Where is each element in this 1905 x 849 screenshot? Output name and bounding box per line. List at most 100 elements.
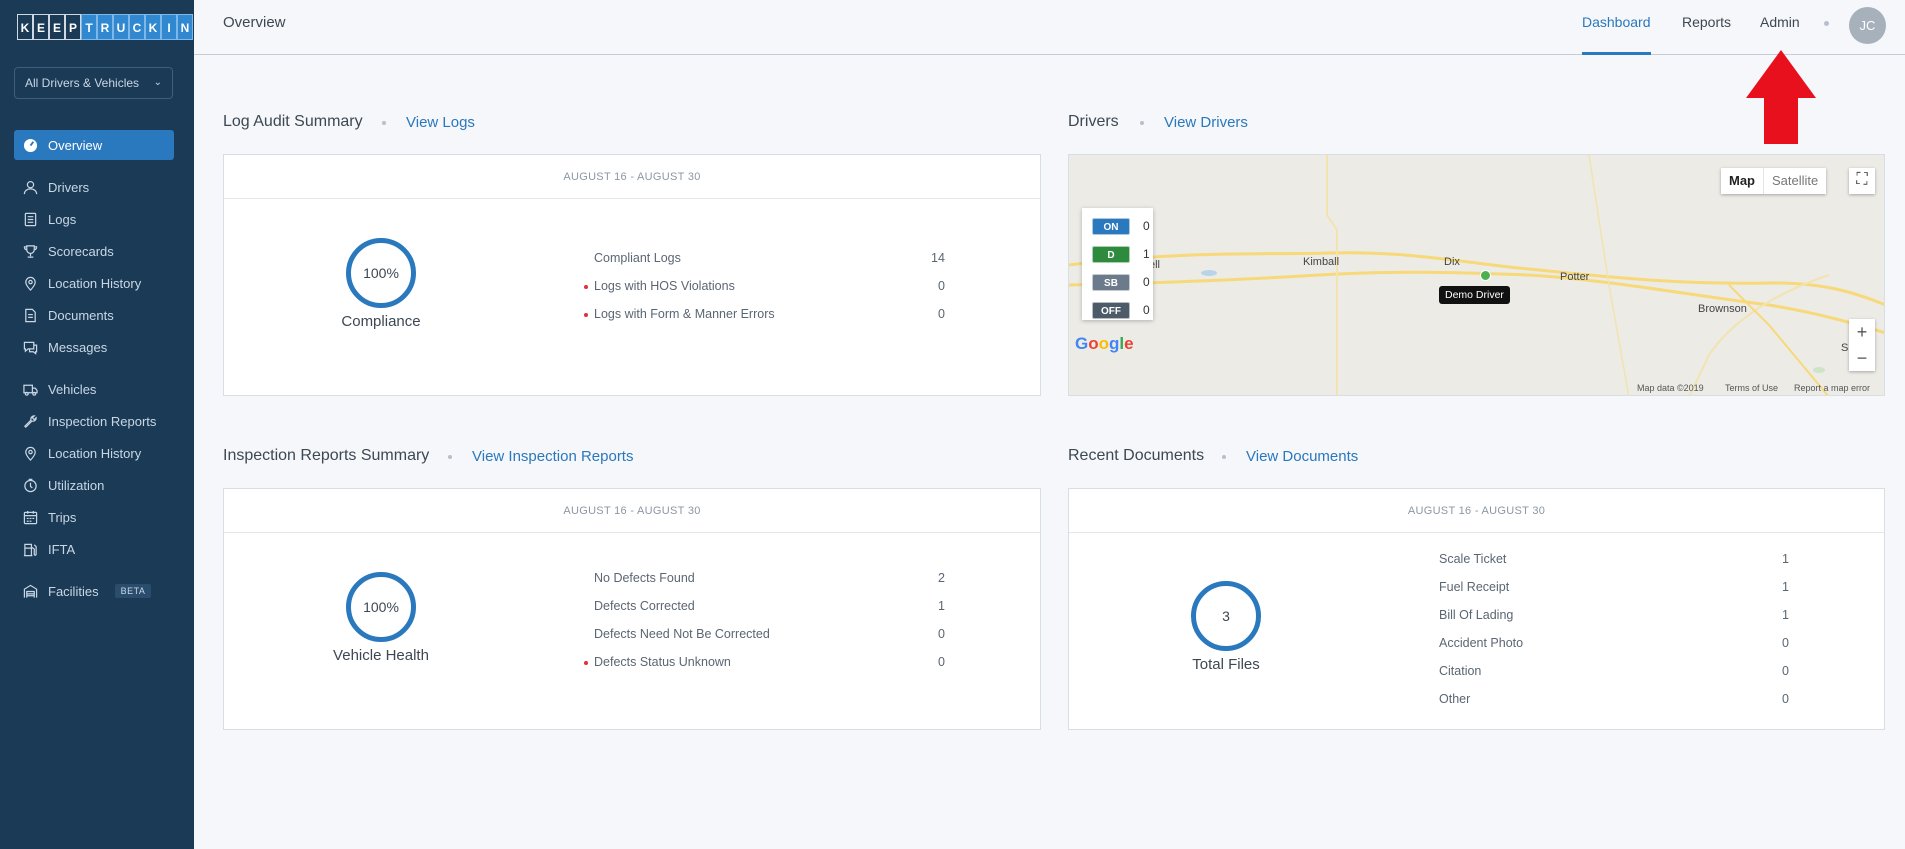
stat-value: 1 xyxy=(1782,580,1789,594)
zoom-out-button[interactable]: − xyxy=(1849,345,1875,371)
sidebar-item-vehicle-location-history[interactable]: Location History xyxy=(14,438,174,468)
user-avatar[interactable]: JC xyxy=(1849,7,1886,44)
date-range: AUGUST 16 - AUGUST 30 xyxy=(224,155,1040,199)
status-row-on[interactable]: ON 0 xyxy=(1092,217,1150,235)
zoom-controls: + − xyxy=(1849,319,1875,371)
sidebar-item-vehicles[interactable]: Vehicles xyxy=(14,374,174,404)
map-place-label: Brownson xyxy=(1698,303,1747,315)
inspection-card: AUGUST 16 - AUGUST 30 100% Vehicle Healt… xyxy=(223,488,1041,730)
status-row-off[interactable]: OFF 0 xyxy=(1092,301,1150,319)
stat-label: Defects Need Not Be Corrected xyxy=(594,627,770,641)
active-tab-indicator xyxy=(1582,52,1651,55)
driver-location-marker[interactable] xyxy=(1480,270,1491,281)
nav-reports[interactable]: Reports xyxy=(1682,14,1731,30)
gauge-icon xyxy=(21,136,39,154)
map-terms-link[interactable]: Terms of Use xyxy=(1725,383,1778,393)
sidebar-item-facilities[interactable]: Facilities BETA xyxy=(14,576,174,606)
zoom-in-button[interactable]: + xyxy=(1849,319,1875,345)
date-range: AUGUST 16 - AUGUST 30 xyxy=(1069,489,1884,533)
section-dot xyxy=(382,121,386,125)
section-dot xyxy=(1222,455,1226,459)
nav-admin[interactable]: Admin xyxy=(1760,14,1800,30)
stat-value: 1 xyxy=(1782,608,1789,622)
beta-badge: BETA xyxy=(114,584,152,598)
stat-label: Scale Ticket xyxy=(1439,552,1507,566)
sidebar-item-location-history[interactable]: Location History xyxy=(14,268,174,298)
status-count: 1 xyxy=(1143,247,1150,261)
status-row-sleeper[interactable]: SB 0 xyxy=(1092,273,1150,291)
status-badge: D xyxy=(1092,245,1130,263)
view-documents-link[interactable]: View Documents xyxy=(1246,448,1358,465)
sidebar-item-scorecards[interactable]: Scorecards xyxy=(14,236,174,266)
sidebar-item-inspection-reports[interactable]: Inspection Reports xyxy=(14,406,174,436)
inspection-title: Inspection Reports Summary xyxy=(223,447,430,464)
status-count: 0 xyxy=(1143,275,1150,289)
driver-vehicle-filter[interactable]: All Drivers & Vehicles ⌄ xyxy=(14,67,173,99)
fuel-pump-icon xyxy=(21,540,39,558)
sidebar-item-trips[interactable]: Trips xyxy=(14,502,174,532)
nav-dashboard[interactable]: Dashboard xyxy=(1582,14,1651,30)
warehouse-icon xyxy=(21,582,39,600)
stat-label: Defects Corrected xyxy=(594,599,695,613)
sidebar-item-logs[interactable]: Logs xyxy=(14,204,174,234)
log-book-icon xyxy=(21,210,39,228)
document-icon xyxy=(21,306,39,324)
stat-label: Bill Of Lading xyxy=(1439,608,1514,622)
sidebar-item-messages[interactable]: Messages xyxy=(14,332,174,362)
stat-label: Logs with Form & Manner Errors xyxy=(594,307,775,321)
stat-value: 1 xyxy=(938,599,945,613)
vehicle-health-ring: 100% xyxy=(346,572,416,642)
nav-separator-dot xyxy=(1824,21,1829,26)
stat-value: 0 xyxy=(1782,636,1789,650)
documents-card: AUGUST 16 - AUGUST 30 3 Total Files Scal… xyxy=(1068,488,1885,730)
duty-status-panel: ON 0 D 1 SB 0 OFF 0 xyxy=(1082,208,1153,320)
violation-dot xyxy=(584,285,588,289)
sidebar-item-utilization[interactable]: Utilization xyxy=(14,470,174,500)
view-inspection-reports-link[interactable]: View Inspection Reports xyxy=(472,448,633,465)
total-files-ring: 3 xyxy=(1191,581,1261,651)
stat-value: 0 xyxy=(1782,664,1789,678)
stat-label: Defects Status Unknown xyxy=(594,655,731,669)
section-dot xyxy=(448,455,452,459)
map-place-label: Kimball xyxy=(1303,256,1340,268)
date-range: AUGUST 16 - AUGUST 30 xyxy=(224,489,1040,533)
stat-value: 0 xyxy=(1782,692,1789,706)
stat-label: Fuel Receipt xyxy=(1439,580,1510,594)
page-title: Overview xyxy=(223,14,286,31)
status-row-driving[interactable]: D 1 xyxy=(1092,245,1150,263)
status-badge: SB xyxy=(1092,273,1130,291)
stat-label: No Defects Found xyxy=(594,571,695,585)
stat-label: Compliant Logs xyxy=(594,251,681,265)
drivers-title: Drivers xyxy=(1068,113,1119,130)
sidebar-item-drivers[interactable]: Drivers xyxy=(14,172,174,202)
stat-value: 14 xyxy=(931,251,945,265)
map-type-map-button[interactable]: Map xyxy=(1721,168,1763,194)
user-icon xyxy=(21,178,39,196)
sidebar-item-overview[interactable]: Overview xyxy=(14,130,174,160)
violation-dot xyxy=(584,313,588,317)
status-badge: ON xyxy=(1092,217,1130,235)
fullscreen-icon[interactable]: ⛶ xyxy=(1849,168,1875,194)
map-place-label: Dix xyxy=(1444,256,1460,268)
stat-label: Citation xyxy=(1439,664,1482,678)
stat-value: 0 xyxy=(938,627,945,641)
filter-label: All Drivers & Vehicles xyxy=(25,76,140,90)
keeptruckin-logo[interactable]: K E E P T R U C K I N xyxy=(17,14,193,40)
view-drivers-link[interactable]: View Drivers xyxy=(1164,114,1248,131)
calendar-icon xyxy=(21,508,39,526)
sidebar-item-documents[interactable]: Documents xyxy=(14,300,174,330)
stat-value: 0 xyxy=(938,279,945,293)
sidebar-item-ifta[interactable]: IFTA xyxy=(14,534,174,564)
map-type-satellite-button[interactable]: Satellite xyxy=(1763,168,1826,194)
wrench-icon xyxy=(21,412,39,430)
chevron-down-icon: ⌄ xyxy=(153,77,162,88)
driver-name-tooltip: Demo Driver xyxy=(1439,286,1510,304)
sidebar: K E E P T R U C K I N All Drivers & Vehi… xyxy=(0,0,194,849)
map-report-error-link[interactable]: Report a map error xyxy=(1794,383,1870,393)
drivers-map[interactable]: ell Kimball Dix Potter Brownson Sidney M… xyxy=(1068,154,1885,396)
violation-dot xyxy=(584,661,588,665)
log-audit-card: AUGUST 16 - AUGUST 30 100% Compliance Co… xyxy=(223,154,1041,396)
status-count: 0 xyxy=(1143,219,1150,233)
view-logs-link[interactable]: View Logs xyxy=(406,114,475,131)
map-pin-icon xyxy=(21,274,39,292)
